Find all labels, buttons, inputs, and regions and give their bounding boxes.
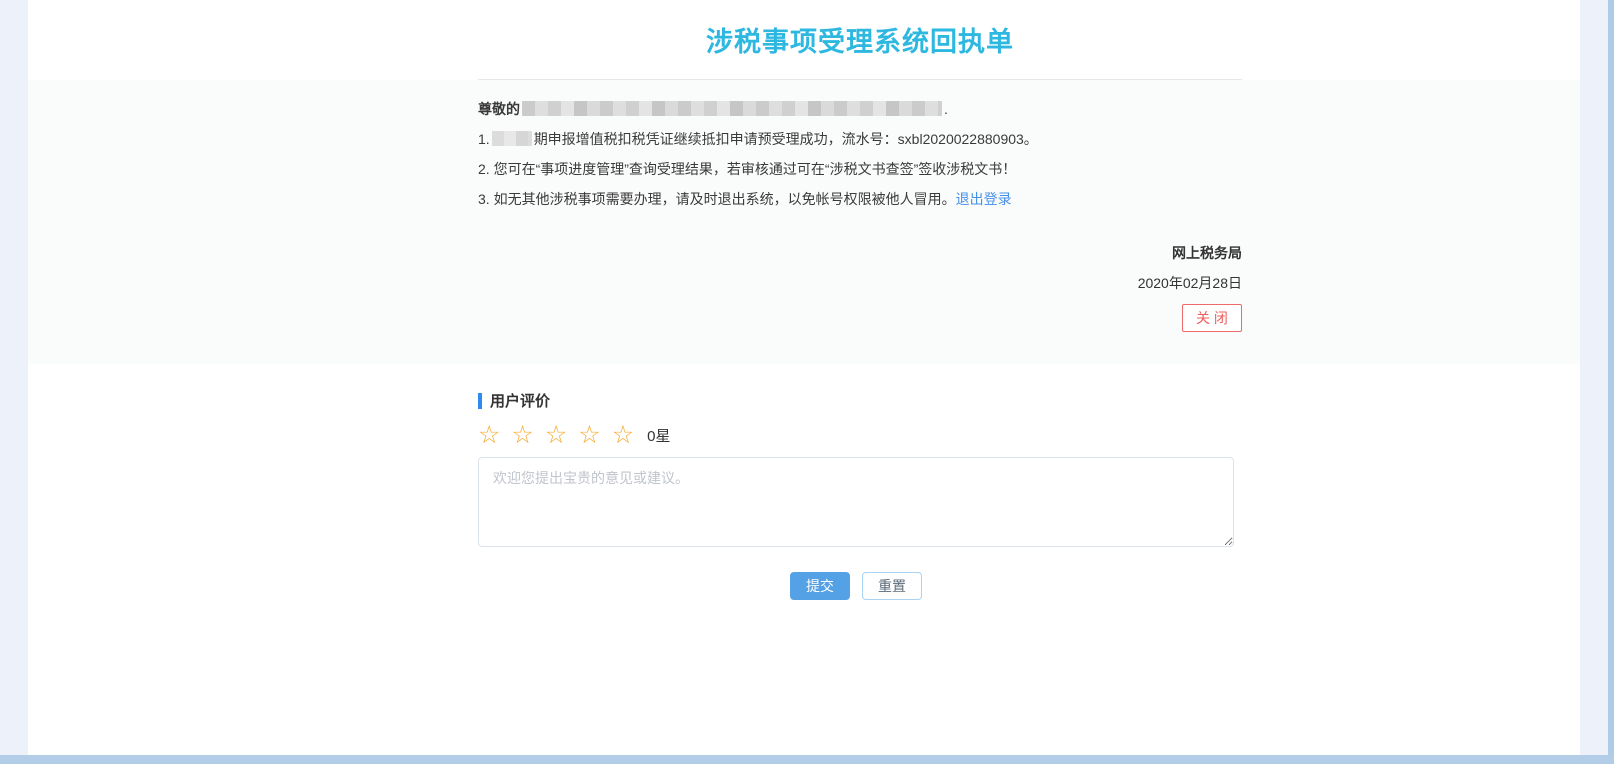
vertical-scrollbar[interactable] xyxy=(1608,0,1614,755)
notice-1-number: 1. xyxy=(478,131,490,147)
close-button[interactable]: 关 闭 xyxy=(1182,304,1242,332)
signature: 网上税务局 xyxy=(1172,245,1242,261)
reset-button[interactable]: 重置 xyxy=(862,572,922,600)
feedback-section: 用户评价 ☆ ☆ ☆ ☆ ☆ 0星 提交 重置 xyxy=(28,364,1580,600)
header: 涉税事项受理系统回执单 xyxy=(28,0,1580,80)
page-left-margin xyxy=(0,0,28,755)
redacted-period xyxy=(491,131,532,146)
section-marker-bar xyxy=(478,392,482,409)
star-icon[interactable]: ☆ xyxy=(545,422,567,448)
feedback-textarea[interactable] xyxy=(478,457,1234,547)
redacted-taxpayer-name xyxy=(522,101,942,116)
greeting-prefix: 尊敬的 xyxy=(478,101,520,117)
feedback-title-row: 用户评价 xyxy=(478,390,1242,411)
star-icon[interactable]: ☆ xyxy=(578,422,600,448)
horizontal-scrollbar[interactable] xyxy=(0,755,1614,764)
receipt-page: 涉税事项受理系统回执单 尊敬的. 1. 期申报增值税扣税凭证继续抵扣申请预受理成功… xyxy=(28,0,1580,755)
notice-line-1: 1. 期申报增值税扣税凭证继续抵扣申请预受理成功，流水号：sxbl20200228… xyxy=(478,124,1242,154)
notice-3-text: 如无其他涉税事项需要办理，请及时退出系统，以免帐号权限被他人冒用。 xyxy=(493,191,956,207)
greeting-line: 尊敬的. xyxy=(478,94,1242,124)
logout-link[interactable]: 退出登录 xyxy=(956,191,1012,207)
notice-2-number: 2. xyxy=(478,161,490,177)
submit-button[interactable]: 提交 xyxy=(790,572,850,600)
star-icon[interactable]: ☆ xyxy=(612,422,634,448)
receipt-date: 2020年02月28日 xyxy=(1137,275,1242,291)
feedback-title: 用户评价 xyxy=(490,393,551,410)
notice-line-2: 2. 您可在“事项进度管理”查询受理结果，若审核通过可在“涉税文书查签”签收涉税… xyxy=(478,154,1242,184)
notice-3-number: 3. xyxy=(478,191,490,207)
star-icon[interactable]: ☆ xyxy=(511,422,533,448)
rating-value-label: 0星 xyxy=(647,427,671,445)
receipt-section: 尊敬的. 1. 期申报增值税扣税凭证继续抵扣申请预受理成功，流水号：sxbl202… xyxy=(28,80,1580,364)
page-title: 涉税事项受理系统回执单 xyxy=(706,27,1014,57)
rating-stars: ☆ ☆ ☆ ☆ ☆ 0星 xyxy=(478,421,1242,449)
greeting-suffix: . xyxy=(944,101,948,117)
notice-line-3: 3. 如无其他涉税事项需要办理，请及时退出系统，以免帐号权限被他人冒用。退出登录 xyxy=(478,184,1242,214)
page-right-margin xyxy=(1580,0,1608,755)
star-icon[interactable]: ☆ xyxy=(478,422,500,448)
notice-2-text: 您可在“事项进度管理”查询受理结果，若审核通过可在“涉税文书查签”签收涉税文书！ xyxy=(493,161,1017,177)
notice-1-text: 期申报增值税扣税凭证继续抵扣申请预受理成功，流水号：sxbl2020022880… xyxy=(533,131,1038,147)
